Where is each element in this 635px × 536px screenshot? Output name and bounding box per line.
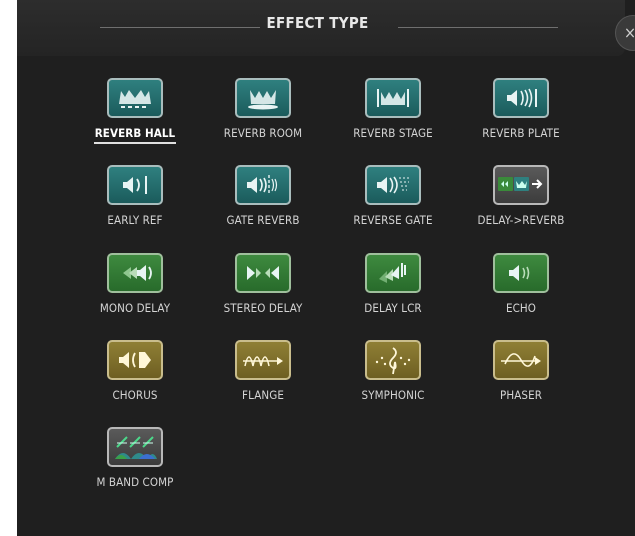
symphonic-icon (375, 347, 411, 375)
effect-option-phaser[interactable]: PHASER (456, 335, 586, 415)
reverb-stage-icon (377, 89, 409, 107)
effect-label: GATE REVERB (226, 213, 300, 227)
stereo-delay-icon (247, 266, 279, 280)
effect-option-reverb-stage[interactable]: REVERB STAGE (328, 73, 458, 153)
effect-option-reverb-room[interactable]: REVERB ROOM (198, 73, 328, 153)
effect-label: STEREO DELAY (223, 301, 303, 315)
effect-option-reverb-plate[interactable]: REVERB PLATE (456, 73, 586, 153)
effect-button[interactable] (235, 78, 291, 118)
effect-label: M BAND COMP (96, 475, 174, 489)
echo-icon (509, 265, 530, 281)
effect-button[interactable] (107, 165, 163, 205)
gate-reverb-icon (247, 175, 278, 195)
effect-label: REVERSE GATE (353, 213, 433, 227)
flange-icon (243, 356, 283, 367)
reverb-plate-icon (507, 88, 537, 108)
effect-label: REVERB HALL (94, 126, 176, 140)
mono-delay-icon (123, 265, 152, 281)
effect-button[interactable] (493, 165, 549, 205)
effect-label: CHORUS (112, 388, 158, 402)
effect-button[interactable] (365, 253, 421, 293)
effect-option-reverb-hall[interactable]: REVERB HALL (70, 73, 200, 153)
effect-label: REVERB STAGE (353, 126, 433, 140)
selected-underline (94, 142, 176, 144)
effect-option-m-band-comp[interactable]: M BAND COMP (70, 422, 200, 502)
effect-button[interactable] (107, 253, 163, 293)
effect-option-early-ref[interactable]: EARLY REF (70, 160, 200, 240)
effect-option-chorus[interactable]: CHORUS (70, 335, 200, 415)
effect-button[interactable] (107, 340, 163, 380)
effect-label: DELAY LCR (364, 301, 422, 315)
effect-label: ECHO (505, 301, 537, 315)
effect-label: EARLY REF (107, 213, 163, 227)
early-ref-icon (123, 176, 147, 194)
reverb-hall-icon (119, 90, 151, 108)
effect-button[interactable] (365, 340, 421, 380)
effect-option-echo[interactable]: ECHO (456, 248, 586, 328)
effect-label: PHASER (500, 388, 542, 402)
effect-option-mono-delay[interactable]: MONO DELAY (70, 248, 200, 328)
effect-button[interactable] (493, 253, 549, 293)
effect-option-gate-reverb[interactable]: GATE REVERB (198, 160, 328, 240)
effect-button[interactable] (365, 78, 421, 118)
effect-option-delay-reverb[interactable]: DELAY->REVERB (456, 160, 586, 240)
effect-label: SYMPHONIC (361, 388, 425, 402)
effect-option-flange[interactable]: FLANGE (198, 335, 328, 415)
effect-button[interactable] (107, 78, 163, 118)
phaser-icon (501, 353, 541, 367)
effect-button[interactable] (493, 78, 549, 118)
effect-button[interactable] (235, 340, 291, 380)
effect-button[interactable] (235, 165, 291, 205)
effect-label: REVERB ROOM (223, 126, 303, 140)
effect-option-delay-lcr[interactable]: DELAY LCR (328, 248, 458, 328)
effect-label: MONO DELAY (99, 301, 171, 315)
dialog-title: EFFECT TYPE (266, 14, 369, 32)
effect-button[interactable] (235, 253, 291, 293)
reverse-gate-icon (377, 176, 409, 194)
delay-lcr-icon (379, 263, 406, 283)
reverb-room-icon (248, 90, 278, 110)
effect-label: DELAY->REVERB (477, 213, 565, 227)
effect-option-symphonic[interactable]: SYMPHONIC (328, 335, 458, 415)
effect-button[interactable] (107, 427, 163, 467)
effect-label: REVERB PLATE (482, 126, 560, 140)
effect-label: FLANGE (242, 388, 284, 402)
effect-option-reverse-gate[interactable]: REVERSE GATE (328, 160, 458, 240)
delay-reverb-icon (498, 177, 543, 191)
m-band-comp-icon (115, 436, 157, 459)
chorus-icon (119, 352, 151, 368)
effect-button[interactable] (493, 340, 549, 380)
effect-option-stereo-delay[interactable]: STEREO DELAY (198, 248, 328, 328)
effect-button[interactable] (365, 165, 421, 205)
